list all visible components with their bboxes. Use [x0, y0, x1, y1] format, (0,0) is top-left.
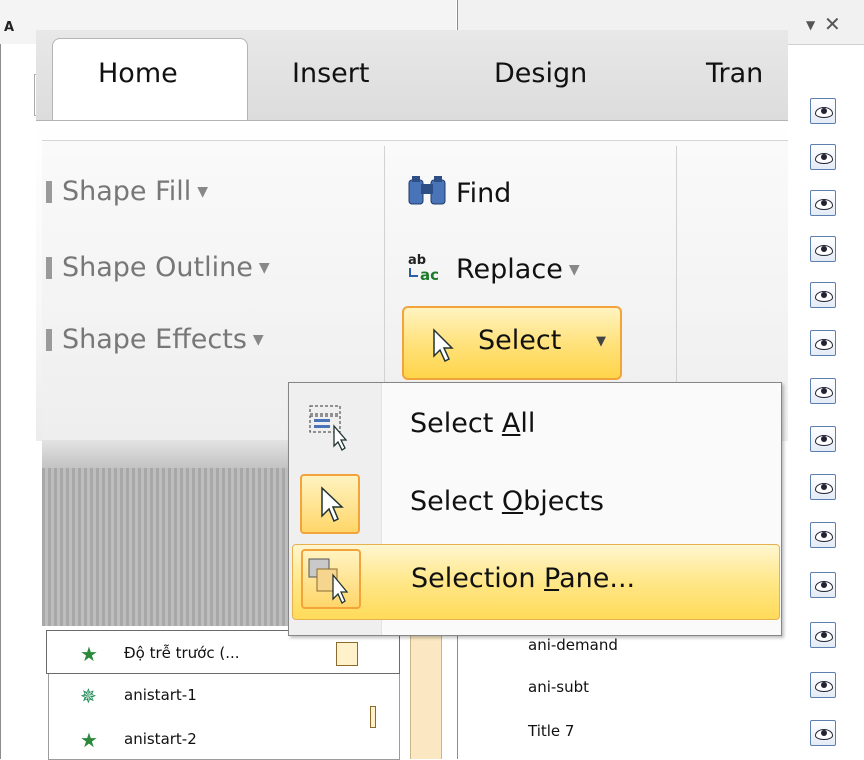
menu-item-selection-pane[interactable]: Selection Pane...: [292, 544, 780, 620]
shape-outline-label: Shape Outline: [62, 252, 253, 283]
shape-fill-label: Shape Fill: [62, 176, 192, 207]
animation-star-icon: ★: [80, 642, 98, 666]
shape-effects-label: Shape Effects: [62, 324, 247, 355]
menu-item-select-all[interactable]: Select All: [292, 386, 780, 462]
pane-title: A: [4, 20, 15, 35]
selection-pane-icon: [301, 549, 361, 609]
find-button[interactable]: Find: [406, 174, 511, 209]
tab-transitions[interactable]: Tran: [706, 58, 763, 89]
close-pane-button[interactable]: ✕: [824, 12, 841, 36]
select-button[interactable]: Select ▼: [402, 306, 622, 380]
visibility-eye-icon[interactable]: [810, 720, 836, 746]
visibility-eye-icon[interactable]: [810, 98, 836, 124]
shape-effects-icon: [46, 329, 52, 351]
binoculars-icon: [408, 176, 446, 205]
tab-home[interactable]: Home: [98, 58, 178, 89]
chevron-down-icon: ▼: [568, 262, 580, 278]
animation-star-icon: ✵: [80, 684, 97, 708]
shape-fill-button[interactable]: Shape Fill ▼: [46, 176, 208, 207]
list-item[interactable]: Title 7: [528, 722, 574, 740]
pane-menu-arrow-icon[interactable]: ▼: [806, 18, 815, 32]
chevron-down-icon: ▼: [252, 332, 264, 348]
chevron-down-icon: ▼: [197, 184, 208, 200]
select-all-icon: [300, 396, 360, 456]
select-label: Select: [478, 325, 562, 356]
shape-outline-button[interactable]: Shape Outline ▼: [46, 252, 270, 283]
visibility-eye-icon[interactable]: [810, 522, 836, 548]
animation-label: Độ trễ trước (...: [124, 644, 240, 662]
visibility-eye-icon[interactable]: [810, 378, 836, 404]
slide-area-header: [42, 440, 288, 468]
timing-bar[interactable]: [336, 642, 358, 666]
visibility-eye-icon[interactable]: [810, 672, 836, 698]
timing-bar[interactable]: [370, 706, 376, 728]
animation-label: anistart-1: [124, 686, 197, 704]
animation-star-icon: ★: [80, 728, 98, 752]
group-divider: [676, 146, 677, 386]
visibility-eye-icon[interactable]: [810, 622, 836, 648]
visibility-eye-icon[interactable]: [810, 330, 836, 356]
list-item[interactable]: ani-demand: [528, 636, 618, 654]
menu-item-select-objects[interactable]: Select Objects: [292, 464, 780, 540]
replace-label: Replace: [456, 254, 563, 285]
find-label: Find: [456, 178, 512, 209]
visibility-eye-icon[interactable]: [810, 474, 836, 500]
select-objects-label: Select Objects: [410, 486, 604, 517]
replace-icon: ab ac: [408, 253, 439, 284]
visibility-eye-icon[interactable]: [810, 236, 836, 262]
visibility-eye-icon[interactable]: [810, 190, 836, 216]
visibility-eye-icon[interactable]: [810, 144, 836, 170]
pointer-arrow-icon: [433, 328, 454, 363]
shape-fill-icon: [46, 181, 52, 203]
animation-label: anistart-2: [124, 730, 197, 748]
visibility-eye-icon[interactable]: [810, 572, 836, 598]
shape-effects-button[interactable]: Shape Effects ▼: [46, 324, 264, 355]
list-item[interactable]: ani-subt: [528, 678, 589, 696]
tab-insert[interactable]: Insert: [292, 58, 369, 89]
chevron-down-icon: ▼: [596, 334, 606, 349]
group-divider: [384, 146, 385, 386]
select-all-label: Select All: [410, 408, 536, 439]
svg-text:ac: ac: [420, 266, 439, 284]
visibility-eye-icon[interactable]: [810, 426, 836, 452]
visibility-eye-icon[interactable]: [810, 282, 836, 308]
chevron-down-icon: ▼: [258, 260, 270, 276]
selection-pane-label: Selection Pane...: [411, 563, 636, 594]
tab-design[interactable]: Design: [494, 58, 587, 89]
replace-button[interactable]: ab ac Replace ▼: [406, 250, 580, 285]
shape-outline-icon: [46, 257, 52, 279]
select-objects-icon: [300, 474, 360, 534]
